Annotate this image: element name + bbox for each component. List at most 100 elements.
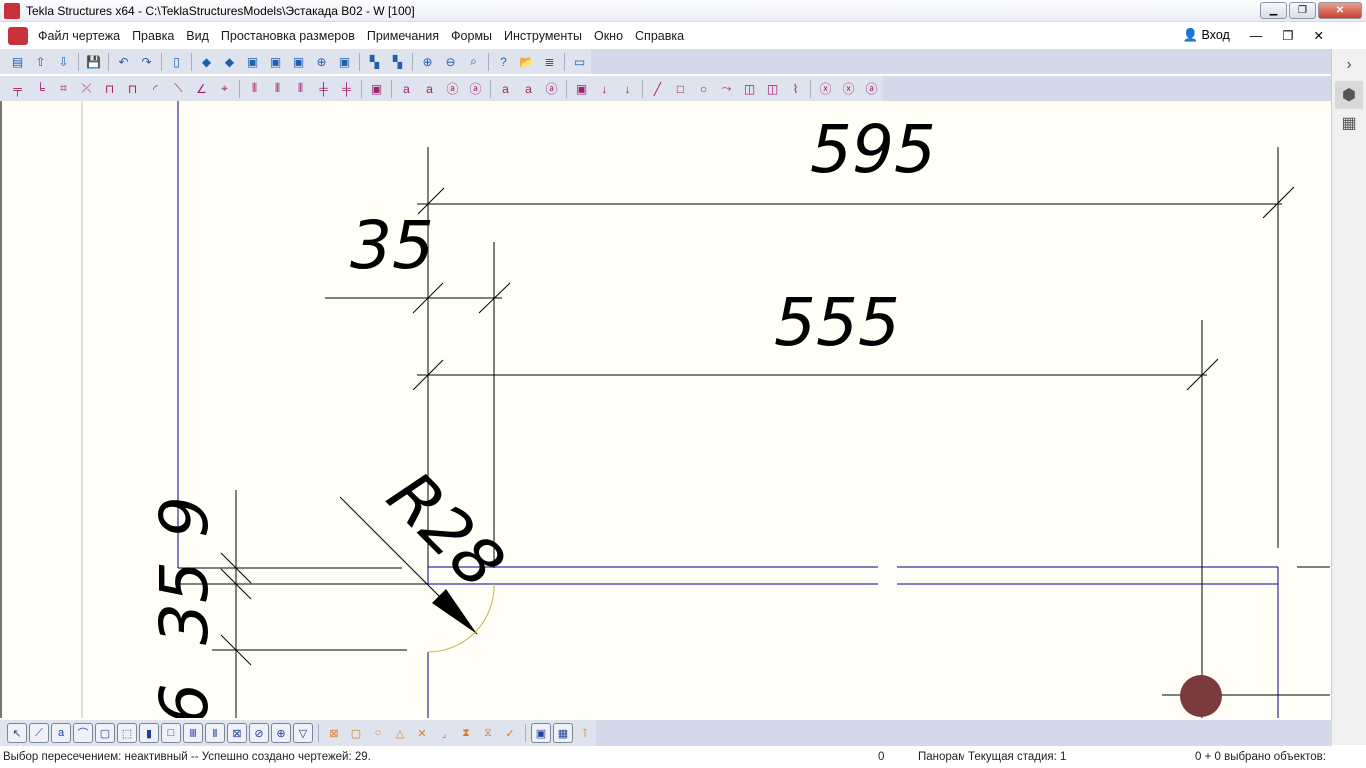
- menu-annotations[interactable]: Примечания: [367, 29, 439, 43]
- dim-remove-icon[interactable]: ⫴: [269, 80, 287, 98]
- select-frame-icon[interactable]: □: [161, 723, 181, 743]
- list-icon[interactable]: ≣: [541, 53, 559, 71]
- properties-icon[interactable]: ▯: [168, 53, 186, 71]
- snap-line-icon[interactable]: ⊺: [575, 723, 595, 743]
- dim-text-9[interactable]: 9: [146, 496, 223, 538]
- select-icon[interactable]: ↖: [7, 723, 27, 743]
- select-dim-icon[interactable]: ⊠: [227, 723, 247, 743]
- help-icon[interactable]: ?: [495, 53, 513, 71]
- snap-free-icon[interactable]: ✓: [500, 723, 520, 743]
- dim-text-6[interactable]: 6: [146, 683, 223, 718]
- maximize-button[interactable]: ❐: [1289, 2, 1316, 19]
- menu-view[interactable]: Вид: [186, 29, 209, 43]
- level-icon[interactable]: ↓: [596, 80, 614, 98]
- dim-arc-icon[interactable]: ◜: [147, 80, 165, 98]
- select-mark-icon[interactable]: ⊘: [249, 723, 269, 743]
- dim-text-35[interactable]: 35: [350, 207, 434, 284]
- import-icon[interactable]: ⇩: [55, 53, 73, 71]
- dim-free-icon[interactable]: ⤫: [78, 80, 96, 98]
- select-view-icon[interactable]: ⬚: [117, 723, 137, 743]
- select-symbol-icon[interactable]: ⊕: [271, 723, 291, 743]
- doc-minimize-button[interactable]: —: [1250, 29, 1263, 43]
- display-icon[interactable]: ▭: [571, 53, 589, 71]
- menu-file[interactable]: Файл чертежа: [38, 29, 120, 43]
- circle-icon[interactable]: ○: [695, 80, 713, 98]
- undo-icon[interactable]: ↶: [115, 53, 133, 71]
- snap-inter-icon[interactable]: ✕: [412, 723, 432, 743]
- polyline-icon[interactable]: ⤳: [718, 80, 736, 98]
- view6-icon[interactable]: ⊕: [313, 53, 331, 71]
- dim-horizontal-icon[interactable]: ╤: [9, 80, 27, 98]
- dim-vertical-icon[interactable]: ╘: [32, 80, 50, 98]
- dim-combine-icon[interactable]: ⫴: [292, 80, 310, 98]
- menu-tools[interactable]: Инструменты: [504, 29, 582, 43]
- view4-icon[interactable]: ▣: [267, 53, 285, 71]
- mark4-icon[interactable]: ⓐ: [467, 80, 485, 98]
- view2-icon[interactable]: ◆: [221, 53, 239, 71]
- dim-point-icon[interactable]: ╪: [315, 80, 333, 98]
- mark2-icon[interactable]: a: [421, 80, 439, 98]
- snap-ref-icon[interactable]: ▣: [531, 723, 551, 743]
- erase3-icon[interactable]: ⓐ: [863, 80, 881, 98]
- origin-marker[interactable]: [1180, 675, 1222, 717]
- mark3-icon[interactable]: ⓐ: [444, 80, 462, 98]
- open-drawing-icon[interactable]: ▤: [9, 53, 27, 71]
- menu-edit[interactable]: Правка: [132, 29, 174, 43]
- snap-end-icon[interactable]: ⊠: [324, 723, 344, 743]
- select-grid-icon[interactable]: Ⅲ: [183, 723, 203, 743]
- snap-any-icon[interactable]: ⧖: [478, 723, 498, 743]
- cloud-icon[interactable]: ⌇: [787, 80, 805, 98]
- menu-shapes[interactable]: Формы: [451, 29, 492, 43]
- erase-icon[interactable]: ⓧ: [817, 80, 835, 98]
- menu-help[interactable]: Справка: [635, 29, 684, 43]
- snap-geom-icon[interactable]: ▦: [553, 723, 573, 743]
- export-icon[interactable]: ⇧: [32, 53, 50, 71]
- rect-icon[interactable]: □: [672, 80, 690, 98]
- snap-center-icon[interactable]: ▢: [346, 723, 366, 743]
- green2-icon[interactable]: ▚: [389, 53, 407, 71]
- dim-radius-icon[interactable]: ⟍: [170, 80, 188, 98]
- menu-dimensioning[interactable]: Простановка размеров: [221, 29, 355, 43]
- dim-ortho-icon[interactable]: ⌗: [55, 80, 73, 98]
- expand-panel-icon[interactable]: ›: [1335, 51, 1363, 79]
- doc-restore-button[interactable]: ❐: [1282, 28, 1293, 43]
- dim-text-555[interactable]: 555: [774, 284, 900, 361]
- mark7-icon[interactable]: ⓐ: [543, 80, 561, 98]
- folder-icon[interactable]: 📂: [518, 53, 536, 71]
- close-button[interactable]: ✕: [1318, 2, 1362, 19]
- shape2-icon[interactable]: ◫: [764, 80, 782, 98]
- zoom-out-icon[interactable]: ⊖: [442, 53, 460, 71]
- view5-icon[interactable]: ▣: [290, 53, 308, 71]
- dim-icon[interactable]: ⊓: [101, 80, 119, 98]
- symbol-icon[interactable]: ▣: [573, 80, 591, 98]
- select-line-icon[interactable]: ⟋: [29, 723, 49, 743]
- doc-close-button[interactable]: ✕: [1314, 28, 1324, 43]
- dim-text-595[interactable]: 595: [810, 111, 936, 188]
- select-filter-icon[interactable]: ▽: [293, 723, 313, 743]
- select-weld-icon[interactable]: ▮: [139, 723, 159, 743]
- view-icon[interactable]: ◆: [198, 53, 216, 71]
- redo-icon[interactable]: ↷: [138, 53, 156, 71]
- minimize-button[interactable]: ▁: [1260, 2, 1287, 19]
- shape-icon[interactable]: ◫: [741, 80, 759, 98]
- erase2-icon[interactable]: ⓧ: [840, 80, 858, 98]
- mark-icon[interactable]: a: [398, 80, 416, 98]
- snap-near-icon[interactable]: ⧗: [456, 723, 476, 743]
- dim-del-icon[interactable]: ╪: [338, 80, 356, 98]
- dim-angle-icon[interactable]: ∠: [193, 80, 211, 98]
- view7-icon[interactable]: ▣: [336, 53, 354, 71]
- drawing-canvas[interactable]: 595 35 555 R28 9 35 6: [0, 101, 1330, 718]
- save-icon[interactable]: 💾: [85, 53, 103, 71]
- select-dim-icon[interactable]: ▣: [368, 80, 386, 98]
- snap-perp-icon[interactable]: ⌟: [434, 723, 454, 743]
- mark5-icon[interactable]: a: [497, 80, 515, 98]
- snap-circle-icon[interactable]: ○: [368, 723, 388, 743]
- mark6-icon[interactable]: a: [520, 80, 538, 98]
- select-grid2-icon[interactable]: Ⅱ: [205, 723, 225, 743]
- view3-icon[interactable]: ▣: [244, 53, 262, 71]
- dim-text-35-vertical[interactable]: 35: [146, 561, 223, 645]
- radius-text[interactable]: R28: [373, 457, 519, 603]
- pin-icon[interactable]: ↓: [619, 80, 637, 98]
- green-icon[interactable]: ▚: [366, 53, 384, 71]
- zoom-in-icon[interactable]: ⊕: [419, 53, 437, 71]
